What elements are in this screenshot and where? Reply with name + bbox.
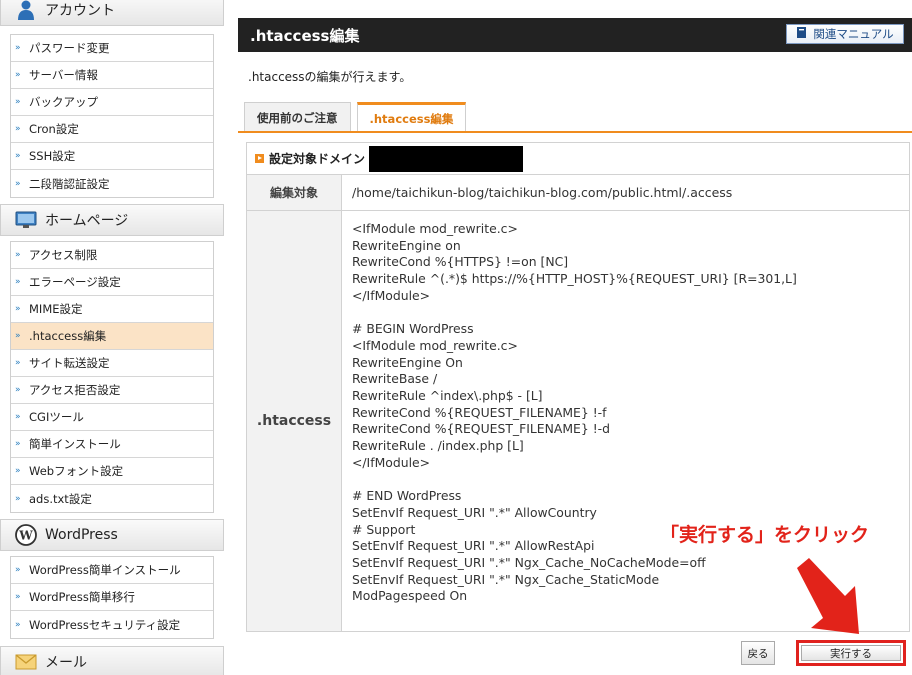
section-header-account[interactable]: アカウント (0, 0, 224, 26)
sidebar-item-label: サイト転送設定 (29, 356, 110, 370)
sidebar-item-htaccess[interactable]: » .htaccess編集 (11, 323, 213, 350)
edit-target-row: 編集対象 /home/taichikun-blog/taichikun-blog… (247, 175, 909, 211)
arrow-icon: » (15, 151, 21, 161)
sidebar-item-ssh[interactable]: » SSH設定 (11, 143, 213, 170)
menu-account: » パスワード変更 » サーバー情報 » バックアップ » Cron設定 » SSH設定 … (10, 34, 214, 198)
edit-target-label: 編集対象 (247, 175, 342, 210)
monitor-icon (15, 209, 37, 231)
sidebar-item-label: WordPressセキュリティ設定 (29, 617, 181, 632)
sidebar-item-easy-install[interactable]: » 簡単インストール (11, 431, 213, 458)
page-description: .htaccessの編集が行えます。 (248, 70, 412, 84)
user-icon (15, 0, 37, 21)
sidebar-item-wp-security[interactable]: » WordPressセキュリティ設定 (11, 611, 213, 638)
sidebar-item-label: 二段階認証設定 (29, 176, 110, 191)
sidebar-item-site-redirect[interactable]: » サイト転送設定 (11, 350, 213, 377)
annotation-text: 「実行する」をクリック (660, 524, 870, 546)
target-domain-label: 設定対象ドメイン (269, 152, 366, 166)
arrow-icon: » (15, 178, 21, 189)
menu-wordpress: » WordPress簡単インストール » WordPress簡単移行 » WordP… (10, 556, 214, 639)
target-domain-row: 設定対象ドメイン (247, 143, 909, 175)
section-title: WordPress (45, 527, 118, 543)
sidebar-item-server-info[interactable]: » サーバー情報 (11, 62, 213, 89)
sidebar-item-cron[interactable]: » Cron設定 (11, 116, 213, 143)
sidebar-item-label: アクセス制限 (29, 248, 98, 262)
sidebar-item-label: MIME設定 (29, 302, 83, 316)
mail-icon (15, 651, 37, 673)
page-title-bar: .htaccess編集 関連マニュアル (238, 18, 912, 52)
arrow-icon: » (15, 619, 21, 630)
sidebar-item-label: .htaccess編集 (29, 329, 107, 343)
section-title: メール (45, 655, 87, 671)
book-icon (796, 26, 807, 42)
arrow-icon: » (15, 304, 21, 314)
execute-button-label: 実行する (801, 645, 901, 661)
arrow-icon: » (15, 565, 21, 575)
arrow-icon: » (15, 358, 21, 368)
tab-underline (238, 131, 912, 133)
arrow-icon: » (15, 331, 21, 341)
tab-bar: 使用前のご注意 .htaccess編集 (244, 102, 467, 132)
section-title: アカウント (45, 3, 115, 19)
page-title: .htaccess編集 (250, 26, 360, 45)
arrow-icon: » (15, 493, 21, 504)
sidebar-item-label: エラーページ設定 (29, 275, 121, 289)
sidebar-item-mime[interactable]: » MIME設定 (11, 296, 213, 323)
sidebar-item-web-font[interactable]: » Webフォント設定 (11, 458, 213, 485)
svg-text:W: W (18, 529, 33, 543)
arrow-icon: » (15, 277, 21, 287)
sidebar-item-label: WordPress簡単インストール (29, 563, 181, 577)
arrow-icon: » (15, 70, 21, 80)
sidebar-item-label: ads.txt設定 (29, 491, 92, 506)
sidebar-item-label: パスワード変更 (29, 41, 110, 55)
execute-button[interactable]: 実行する (796, 640, 906, 666)
back-button[interactable]: 戻る (741, 641, 775, 665)
wordpress-icon: W (15, 524, 37, 546)
arrow-icon: » (15, 43, 21, 53)
sidebar-item-label: Cron設定 (29, 122, 79, 136)
arrow-icon: » (15, 385, 21, 395)
redacted-domain (369, 145, 524, 172)
sidebar-item-label: WordPress簡単移行 (29, 590, 135, 604)
sidebar: アカウント » パスワード変更 » サーバー情報 » バックアップ » Cron設定 »… (0, 0, 224, 675)
sidebar-item-password[interactable]: » パスワード変更 (11, 35, 213, 62)
tab-precautions[interactable]: 使用前のご注意 (244, 102, 351, 132)
arrow-icon: » (15, 439, 21, 449)
arrow-icon: » (15, 466, 21, 476)
sidebar-item-error-page[interactable]: » エラーページ設定 (11, 269, 213, 296)
sidebar-item-label: 簡単インストール (29, 437, 121, 451)
arrow-icon: » (15, 412, 21, 422)
main-content: .htaccess編集 関連マニュアル .htaccessの編集が行えます。 使… (238, 0, 912, 675)
htaccess-label: .htaccess (247, 211, 342, 631)
sidebar-item-access-deny[interactable]: » アクセス拒否設定 (11, 377, 213, 404)
sidebar-item-backup[interactable]: » バックアップ (11, 89, 213, 116)
sidebar-item-label: サーバー情報 (29, 68, 98, 82)
sidebar-item-2fa[interactable]: » 二段階認証設定 (11, 170, 213, 197)
arrow-icon: » (15, 250, 21, 260)
section-header-mail[interactable]: メール (0, 646, 224, 675)
sidebar-item-ads-txt[interactable]: » ads.txt設定 (11, 485, 213, 512)
sidebar-item-label: バックアップ (29, 95, 98, 109)
sidebar-item-access-restriction[interactable]: » アクセス制限 (11, 242, 213, 269)
arrow-icon: » (15, 124, 21, 134)
sidebar-item-label: アクセス拒否設定 (29, 383, 121, 397)
menu-homepage: » アクセス制限 » エラーページ設定 » MIME設定 » .htaccess編集 »… (10, 241, 214, 513)
section-header-homepage[interactable]: ホームページ (0, 204, 224, 236)
edit-target-path: /home/taichikun-blog/taichikun-blog.com/… (352, 185, 733, 200)
sidebar-item-wp-migrate[interactable]: » WordPress簡単移行 (11, 584, 213, 611)
related-manual-label: 関連マニュアル (813, 27, 894, 41)
sidebar-item-label: Webフォント設定 (29, 464, 124, 478)
red-arrow-icon (797, 558, 859, 634)
orange-bullet-icon (255, 154, 264, 163)
section-title: ホームページ (45, 213, 129, 229)
related-manual-button[interactable]: 関連マニュアル (786, 24, 904, 44)
tab-htaccess-edit[interactable]: .htaccess編集 (356, 102, 467, 132)
arrow-icon: » (15, 592, 21, 602)
sidebar-item-cgi-tools[interactable]: » CGIツール (11, 404, 213, 431)
sidebar-item-wp-easy-install[interactable]: » WordPress簡単インストール (11, 557, 213, 584)
sidebar-item-label: SSH設定 (29, 149, 76, 163)
section-header-wordpress[interactable]: W WordPress (0, 519, 224, 551)
arrow-icon: » (15, 97, 21, 107)
sidebar-item-label: CGIツール (29, 410, 84, 424)
